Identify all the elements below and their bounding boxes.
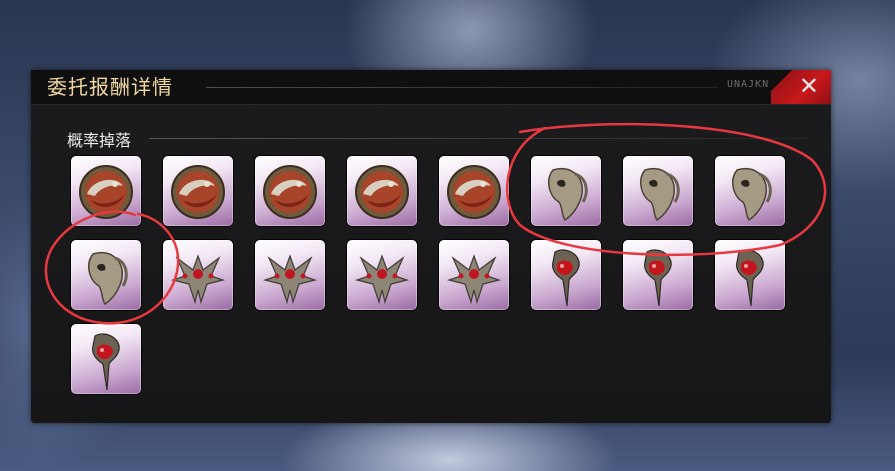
ruby-pendant-icon: [92, 333, 120, 391]
title-divider: [206, 87, 718, 88]
crimson-emblem-icon: [171, 165, 225, 219]
section-divider: [149, 138, 809, 139]
drop-item-slot[interactable]: [255, 156, 325, 226]
spiked-crown-icon: [262, 254, 318, 305]
spiked-crown-icon: [354, 254, 410, 305]
title-bar: 委托报酬详情 UNAJKN ✕: [31, 70, 831, 105]
close-button[interactable]: ✕: [771, 70, 831, 104]
drop-item-slot[interactable]: [71, 156, 141, 226]
drop-item-slot[interactable]: [71, 240, 141, 310]
drop-item-slot[interactable]: [347, 240, 417, 310]
dialog-title: 委托报酬详情: [47, 75, 173, 99]
silver-mask-icon: [87, 251, 128, 306]
drop-item-slot[interactable]: [623, 156, 693, 226]
ruby-pendant-icon: [644, 249, 672, 307]
section-title: 概率掉落: [67, 131, 132, 150]
drop-item-slot[interactable]: [623, 240, 693, 310]
crimson-emblem-icon: [355, 165, 409, 219]
crimson-emblem-icon: [263, 165, 317, 219]
crimson-emblem-icon: [79, 165, 133, 219]
drop-item-slot[interactable]: [439, 156, 509, 226]
drop-item-slot[interactable]: [71, 324, 141, 394]
drop-item-slot[interactable]: [163, 240, 233, 310]
ruby-pendant-icon: [552, 249, 580, 307]
silver-mask-icon: [639, 167, 680, 222]
reward-details-dialog: 委托报酬详情 UNAJKN ✕ 概率掉落: [31, 70, 831, 423]
drop-item-grid: [71, 156, 796, 396]
spiked-crown-icon: [170, 254, 226, 305]
crimson-emblem-icon: [447, 165, 501, 219]
drop-item-slot[interactable]: [439, 240, 509, 310]
spiked-crown-icon: [446, 254, 502, 305]
title-code-text: UNAJKN: [727, 79, 770, 90]
drop-item-slot[interactable]: [715, 156, 785, 226]
drop-item-slot[interactable]: [715, 240, 785, 310]
drop-item-slot[interactable]: [255, 240, 325, 310]
drop-item-slot[interactable]: [163, 156, 233, 226]
silver-mask-icon: [731, 167, 772, 222]
drop-item-slot[interactable]: [531, 240, 601, 310]
close-icon: ✕: [798, 72, 819, 100]
ruby-pendant-icon: [736, 249, 764, 307]
silver-mask-icon: [547, 167, 588, 222]
drop-item-slot[interactable]: [531, 156, 601, 226]
drop-item-slot[interactable]: [347, 156, 417, 226]
